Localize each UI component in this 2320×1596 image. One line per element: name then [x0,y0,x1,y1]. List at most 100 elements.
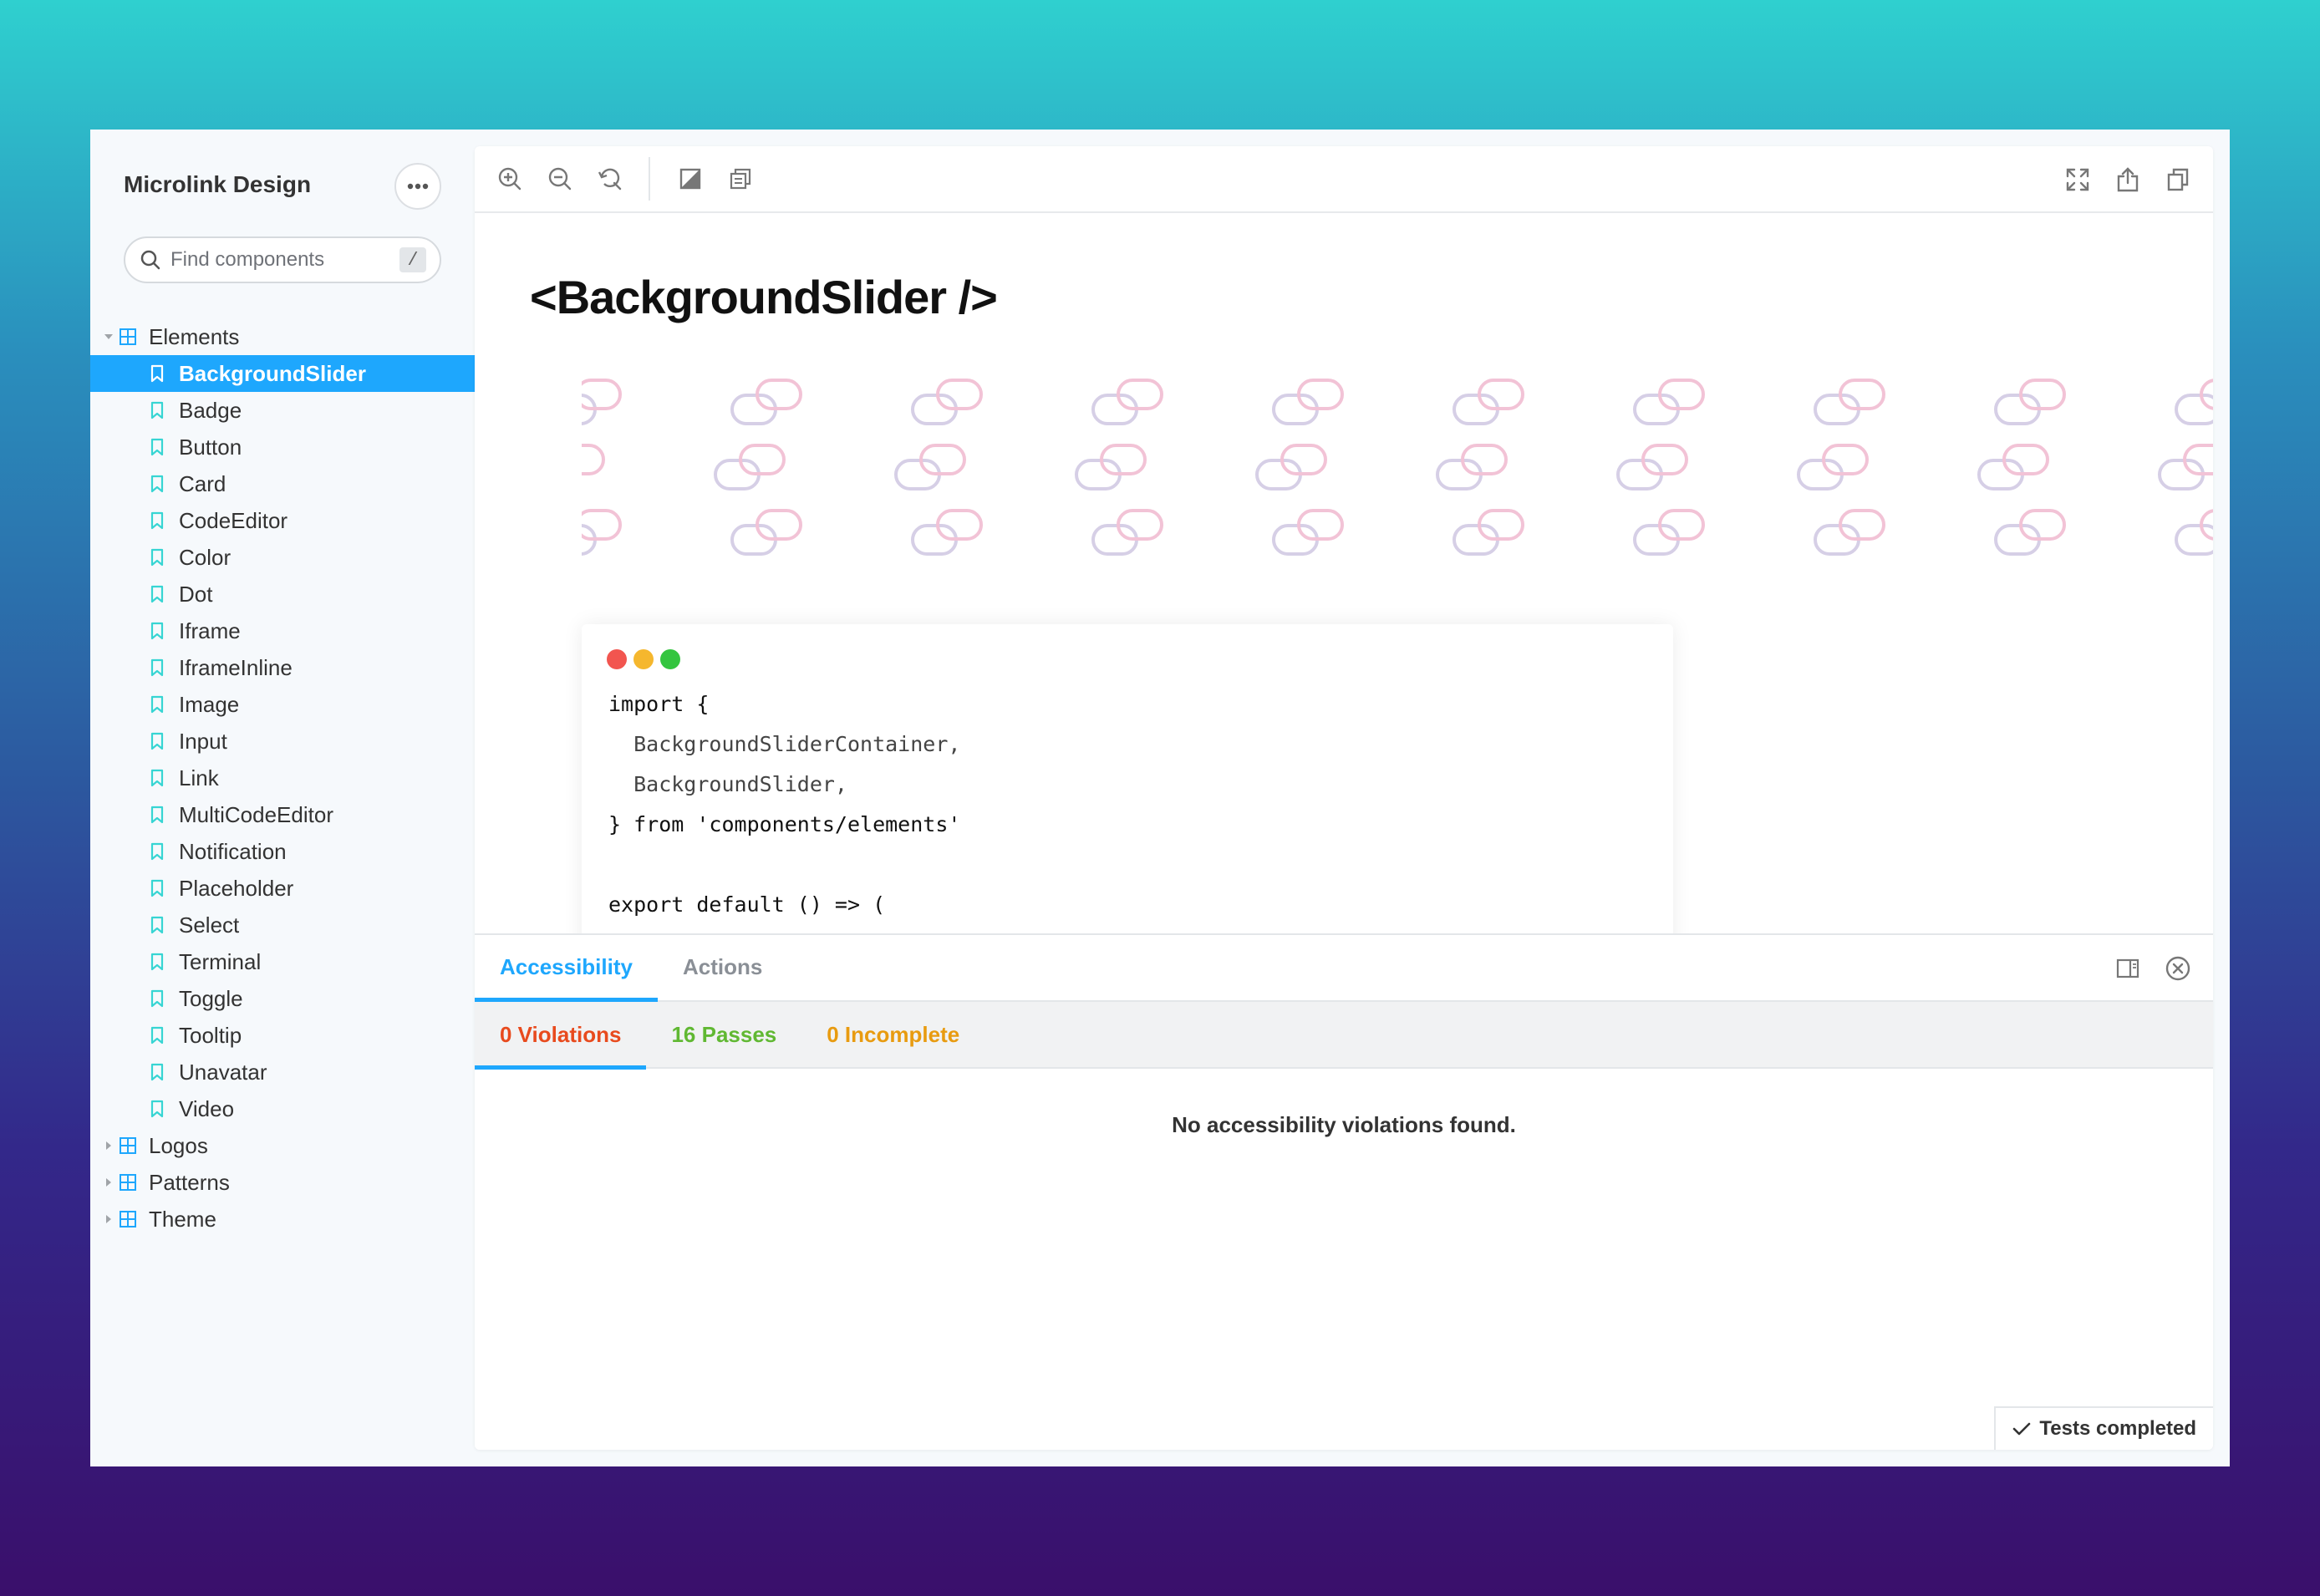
folder-grid-icon [120,1174,136,1191]
outline-toggle-button[interactable] [724,162,757,196]
open-new-tab-button[interactable] [2111,163,2144,196]
maximize-dot [660,649,680,669]
ellipsis-icon [407,183,429,190]
zoom-in-icon [498,167,521,191]
sidebar-item-label: Button [179,434,242,460]
subtab-incomplete[interactable]: 0 Incomplete [801,1001,984,1068]
result-message: No accessibility violations found. [1172,1112,1516,1137]
bookmark-icon [150,585,164,603]
search-icon [140,250,160,270]
addons-panel: Accessibility Actions 0 Violations 16 Pass… [475,933,2213,1450]
code-editor-card: import { BackgroundSliderContainer, Back… [582,624,1673,933]
sidebar-item-label: Unavatar [179,1059,267,1085]
sidebar-item-link[interactable]: Link [90,760,475,796]
link-icon [1633,379,1705,425]
sidebar-item-iframeinline[interactable]: IframeInline [90,649,475,686]
app-window: Microlink Design / Elements BackgroundSli… [90,130,2230,1466]
close-panel-button[interactable] [2161,952,2195,985]
component-tree: Elements BackgroundSlider Badge Button Card C… [90,318,475,1238]
search-input[interactable] [170,248,388,272]
bookmark-icon [150,511,164,530]
bookmark-icon [150,916,164,934]
sidebar-item-placeholder[interactable]: Placeholder [90,870,475,907]
more-options-button[interactable] [394,163,441,210]
sidebar-item-label: Color [179,544,231,570]
bookmark-icon [150,806,164,824]
bookmark-icon [150,842,164,861]
sidebar-item-label: Tooltip [179,1022,242,1048]
search-box[interactable]: / [124,236,441,283]
sidebar-item-notification[interactable]: Notification [90,833,475,870]
background-toggle-button[interactable] [674,162,707,196]
sidebar-item-label: Placeholder [179,875,294,901]
sidebar-item-tooltip[interactable]: Tooltip [90,1017,475,1054]
fullscreen-button[interactable] [2061,163,2094,196]
sidebar-item-button[interactable]: Button [90,429,475,465]
checkmark-icon [2013,1422,2031,1436]
sidebar-item-label: Toggle [179,985,243,1011]
panel-orientation-button[interactable] [2111,952,2144,985]
subtab-passes[interactable]: 16 Passes [646,1001,801,1068]
bookmark-icon [150,1063,164,1081]
link-icon [730,509,802,556]
copy-link-button[interactable] [2161,163,2195,196]
link-icon [1091,509,1163,556]
sidebar-item-toggle[interactable]: Toggle [90,980,475,1017]
caret-down-icon [102,330,115,343]
link-icon [1453,379,1524,425]
link-icon [1797,444,1869,490]
sidebar-item-video[interactable]: Video [90,1090,475,1127]
link-icon [1436,444,1508,490]
tree-group-theme[interactable]: Theme [90,1201,475,1238]
link-icon [1091,379,1163,425]
sidebar-item-color[interactable]: Color [90,539,475,576]
sidebar-item-input[interactable]: Input [90,723,475,760]
reset-zoom-button[interactable] [593,162,627,196]
tree-group-patterns[interactable]: Patterns [90,1164,475,1201]
sidebar-item-label: BackgroundSlider [179,360,366,386]
sidebar-item-badge[interactable]: Badge [90,392,475,429]
link-icon [894,444,966,490]
tree-group-label: Logos [149,1132,208,1158]
zoom-in-button[interactable] [493,162,527,196]
minimize-dot [633,649,654,669]
sidebar-item-codeeditor[interactable]: CodeEditor [90,502,475,539]
bookmark-icon [150,1026,164,1045]
sidebar-item-label: Link [179,765,219,790]
sidebar-item-dot[interactable]: Dot [90,576,475,612]
link-icon [1633,509,1705,556]
link-icon [1272,379,1344,425]
subtab-violations[interactable]: 0 Violations [475,1001,647,1070]
tree-group-elements[interactable]: Elements [90,318,475,355]
link-icon [1075,444,1147,490]
link-icon [911,379,983,425]
component-title: <BackgroundSlider /> [530,271,998,323]
sidebar-item-backgroundslider[interactable]: BackgroundSlider [90,355,475,392]
tree-group-logos[interactable]: Logos [90,1127,475,1164]
sidebar-item-image[interactable]: Image [90,686,475,723]
accessibility-subtabs: 0 Violations 16 Passes 0 Incomplete [475,1001,2213,1070]
tab-accessibility[interactable]: Accessibility [475,933,658,1002]
link-icon [2175,509,2213,556]
sidebar-item-card[interactable]: Card [90,465,475,502]
zoom-out-button[interactable] [543,162,577,196]
code-line: } from 'components/elements' [608,812,961,836]
tab-actions[interactable]: Actions [658,933,787,1000]
share-icon [2117,167,2139,192]
folder-grid-icon [120,1211,136,1227]
sidebar-item-iframe[interactable]: Iframe [90,612,475,649]
sidebar-item-multicodeeditor[interactable]: MultiCodeEditor [90,796,475,833]
bookmark-icon [150,769,164,787]
sidebar-item-select[interactable]: Select [90,907,475,943]
link-icon [582,444,605,475]
tests-status: Tests completed [1994,1406,2213,1450]
link-icon [1994,379,2066,425]
bookmark-icon [150,622,164,640]
folder-grid-icon [120,328,136,345]
sidebar-item-label: Select [179,912,240,938]
search-shortcut-key: / [399,247,426,272]
sidebar-item-unavatar[interactable]: Unavatar [90,1054,475,1090]
toolbar-divider [649,157,650,201]
sidebar-item-terminal[interactable]: Terminal [90,943,475,980]
